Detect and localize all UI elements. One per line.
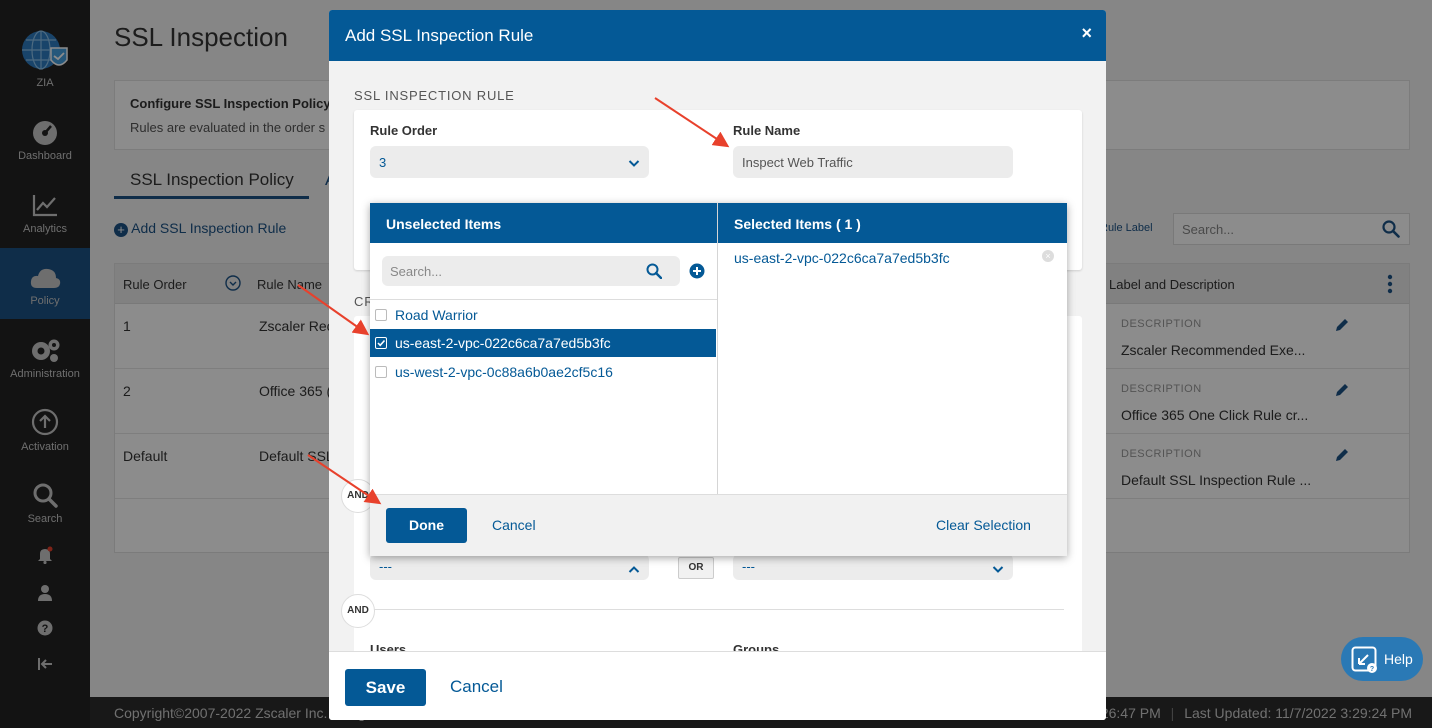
svg-text:?: ? bbox=[1370, 666, 1374, 673]
help-chat-icon: ? bbox=[1351, 646, 1379, 677]
arrow-to-done bbox=[307, 454, 382, 505]
help-label: Help bbox=[1384, 651, 1413, 667]
arrow-to-rule-name bbox=[654, 97, 730, 148]
annotation-arrows bbox=[297, 97, 730, 505]
help-button[interactable]: ? Help bbox=[1341, 637, 1423, 681]
arrow-to-selected-item bbox=[297, 284, 370, 336]
